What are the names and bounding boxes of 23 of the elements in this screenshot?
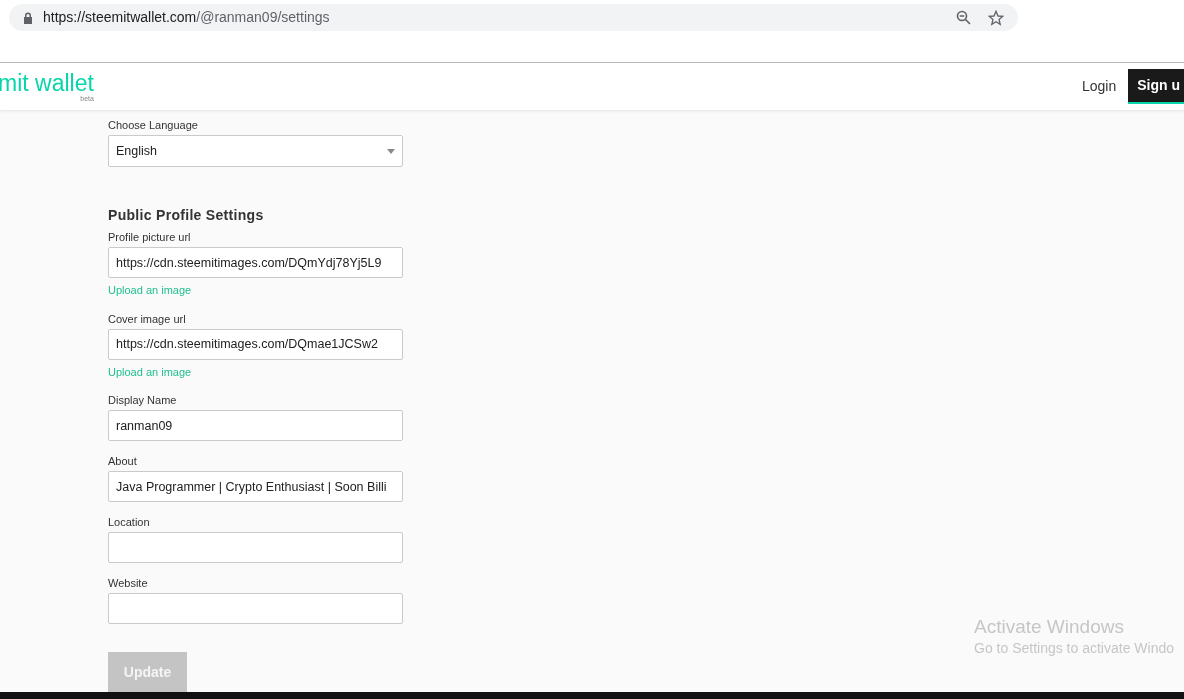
field-label: Display Name (108, 393, 178, 408)
signup-button[interactable]: Sign u (1128, 69, 1184, 105)
language-select[interactable]: English (108, 135, 403, 168)
field-label: Choose Language (108, 118, 199, 133)
address-bar[interactable]: https://steemitwallet.com/@ranman09/settings (9, 4, 1018, 31)
lock-icon (23, 11, 33, 24)
field-label: Location (108, 515, 151, 530)
field-label: Profile picture url (108, 230, 192, 245)
section-heading: Public Profile Settings (108, 206, 265, 225)
field-label: Website (108, 576, 149, 591)
field-label: Cover image url (108, 311, 187, 326)
login-link[interactable]: Login (1081, 76, 1117, 98)
caret-icon (387, 148, 395, 154)
text-field[interactable]: https://cdn.steemitimages.com/DQmae1JCSw2 (108, 328, 403, 360)
field-label: About (108, 454, 138, 469)
url-text: https://steemitwallet.com/@ranman09/settings (43, 8, 330, 27)
text-field[interactable]: https://cdn.steemitimages.com/DQmYdj78Yj5L9 (108, 247, 403, 279)
zoom-out-icon[interactable] (956, 10, 971, 25)
text-field[interactable] (108, 532, 403, 564)
text-field[interactable]: Java Programmer | Crypto Enthusiast | Soon Billi (108, 471, 403, 503)
text-field[interactable]: ranman09 (108, 410, 403, 442)
text-field[interactable] (108, 593, 403, 625)
star-icon[interactable] (988, 9, 1004, 26)
